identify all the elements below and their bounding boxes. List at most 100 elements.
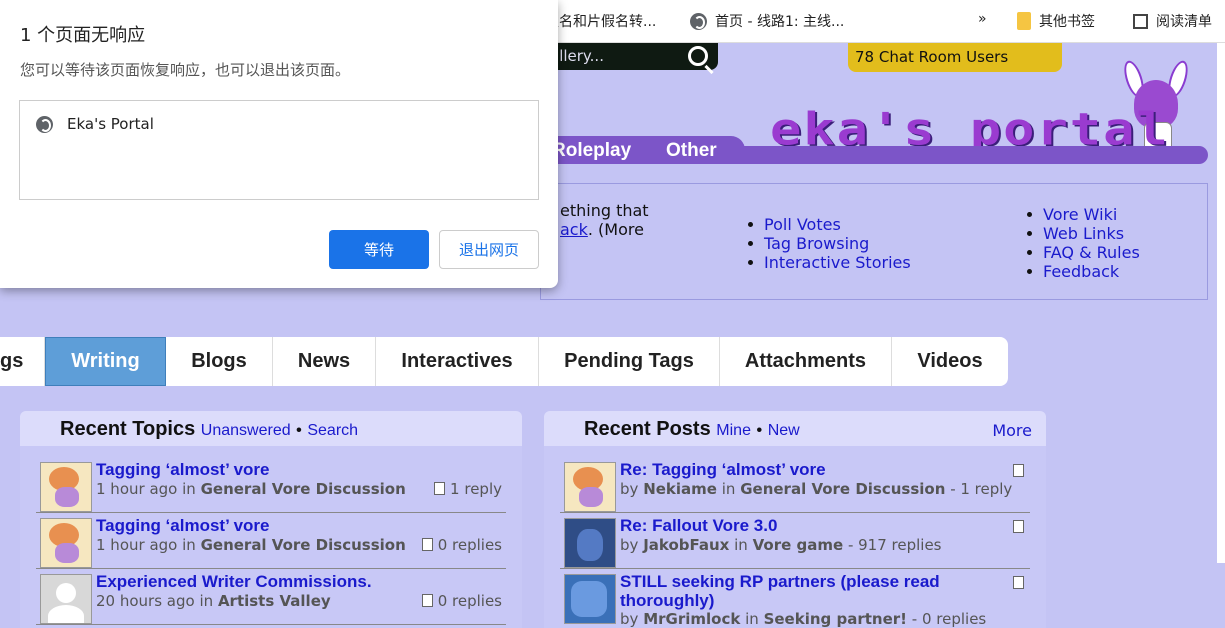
doc-icon — [421, 538, 433, 551]
forum-link[interactable]: Seeking partner! — [764, 610, 907, 628]
reading-list-label: 阅读清单 — [1156, 14, 1212, 30]
gallery-search-input[interactable]: allery... — [540, 43, 718, 70]
user-link[interactable]: MrGrimlock — [643, 610, 740, 628]
post-row: STILL seeking RP partners (please read t… — [560, 570, 1030, 628]
recent-topics-title: Recent Topics Unanswered • Search — [60, 418, 358, 441]
globe-icon — [36, 115, 53, 133]
nav-other[interactable]: Other — [666, 140, 717, 162]
new-link[interactable]: New — [768, 422, 800, 439]
separator: • — [756, 422, 763, 439]
link-faq-rules[interactable]: FAQ & Rules — [1025, 243, 1140, 262]
reading-list-button[interactable]: 阅读清单 — [1133, 11, 1212, 31]
bookmark-label: 首页 - 线路1: 主线... — [715, 14, 845, 30]
link-vore-wiki[interactable]: Vore Wiki — [1025, 205, 1140, 224]
tab-videos[interactable]: Videos — [892, 337, 1008, 386]
post-title-link-cont[interactable]: thoroughly) — [620, 591, 714, 611]
nav-roleplay[interactable]: Roleplay — [552, 140, 631, 162]
wait-button[interactable]: 等待 — [329, 230, 429, 269]
doc-icon — [434, 482, 446, 495]
topic-row: Tagging ‘almost’ vore 1 hour ago in Gene… — [36, 458, 506, 513]
forum-link[interactable]: Vore game — [753, 536, 844, 554]
recent-posts-header: Recent Posts Mine • New More — [544, 411, 1046, 446]
dialog-message: 您可以等待该页面恢复响应，也可以退出该页面。 — [20, 61, 351, 79]
search-link[interactable]: Search — [307, 422, 358, 439]
recent-posts-panel: Recent Posts Mine • New More Re: Tagging… — [544, 411, 1046, 628]
forum-link[interactable]: General Vore Discussion — [201, 480, 406, 498]
bookmark-home-line1[interactable]: 首页 - 线路1: 主线... — [690, 11, 844, 31]
doc-icon — [1013, 464, 1024, 477]
unanswered-link[interactable]: Unanswered — [201, 422, 291, 439]
post-meta: by Nekiame in General Vore Discussion - … — [620, 480, 1013, 498]
bookmarks-overflow-button[interactable]: » — [978, 11, 987, 27]
search-placeholder: allery... — [550, 47, 604, 65]
tab-news[interactable]: News — [273, 337, 376, 386]
bookmark-kana[interactable]: 假名和片假名转... — [545, 11, 656, 31]
doc-icon — [1013, 576, 1024, 589]
content-tabs: gs Writing Blogs News Interactives Pendi… — [0, 337, 1008, 386]
tab-interactives[interactable]: Interactives — [376, 337, 539, 386]
avatar[interactable] — [564, 518, 616, 568]
recent-topics-header: Recent Topics Unanswered • Search — [20, 411, 522, 446]
other-bookmarks-folder[interactable]: 其他书签 — [1017, 11, 1095, 31]
link-tag-browsing[interactable]: Tag Browsing — [746, 234, 911, 253]
topic-row: Experienced Writer Commissions. 20 hours… — [36, 570, 506, 625]
link-interactive-stories[interactable]: Interactive Stories — [746, 253, 911, 272]
tab-tags[interactable]: gs — [0, 337, 45, 386]
link-feedback[interactable]: Feedback — [1025, 262, 1140, 281]
search-icon[interactable] — [688, 46, 708, 66]
reading-list-icon — [1133, 13, 1148, 29]
scrollbar[interactable] — [1217, 43, 1225, 563]
forum-link[interactable]: Artists Valley — [218, 592, 331, 610]
avatar[interactable] — [40, 462, 92, 512]
topic-row: Tagging ‘almost’ vore 1 hour ago in Gene… — [36, 514, 506, 569]
avatar[interactable] — [40, 574, 92, 624]
more-link[interactable]: More — [992, 421, 1032, 440]
unresponsive-page-item: Eka's Portal — [36, 115, 154, 133]
chat-room-users-link[interactable]: 78 Chat Room Users — [848, 43, 1062, 72]
reply-count: 0 replies — [421, 592, 502, 610]
topic-title-link[interactable]: Tagging ‘almost’ vore — [96, 460, 270, 480]
separator: • — [296, 422, 302, 439]
post-title-link[interactable]: STILL seeking RP partners (please read — [620, 572, 940, 592]
panel-title: Recent Posts — [584, 418, 711, 440]
link-poll-votes[interactable]: Poll Votes — [746, 215, 911, 234]
page-name: Eka's Portal — [67, 115, 154, 133]
tab-attachments[interactable]: Attachments — [720, 337, 892, 386]
avatar[interactable] — [564, 462, 616, 512]
user-link[interactable]: Nekiame — [643, 480, 717, 498]
folder-label: 其他书签 — [1039, 14, 1095, 30]
forum-link[interactable]: General Vore Discussion — [201, 536, 406, 554]
post-meta: by MrGrimlock in Seeking partner! - 0 re… — [620, 610, 987, 628]
reply-count: 1 reply — [434, 480, 502, 498]
forum-link[interactable]: General Vore Discussion — [740, 480, 945, 498]
avatar[interactable] — [40, 518, 92, 568]
bookmark-label: 假名和片假名转... — [545, 14, 657, 30]
recent-posts-title: Recent Posts Mine • New — [584, 418, 800, 441]
topic-title-link[interactable]: Experienced Writer Commissions. — [96, 572, 372, 592]
page-unresponsive-dialog: 1 个页面无响应 您可以等待该页面恢复响应，也可以退出该页面。 Eka's Po… — [0, 0, 558, 288]
exit-page-button[interactable]: 退出网页 — [439, 230, 539, 269]
recent-topics-panel: Recent Topics Unanswered • Search Taggin… — [20, 411, 522, 628]
post-meta: by JakobFaux in Vore game - 917 replies — [620, 536, 942, 554]
intro-text: ething that — [560, 201, 649, 220]
tab-writing[interactable]: Writing — [45, 337, 166, 386]
post-title-link[interactable]: Re: Fallout Vore 3.0 — [620, 516, 777, 536]
intro-link[interactable]: ack — [560, 220, 588, 239]
doc-icon — [421, 594, 433, 607]
topic-meta: 1 hour ago in General Vore Discussion — [96, 536, 406, 554]
mine-link[interactable]: Mine — [716, 422, 751, 439]
dialog-title: 1 个页面无响应 — [20, 25, 146, 46]
quick-links-col2: Vore Wiki Web Links FAQ & Rules Feedback — [1025, 205, 1140, 281]
quick-links-col1: Poll Votes Tag Browsing Interactive Stor… — [746, 215, 911, 272]
topic-title-link[interactable]: Tagging ‘almost’ vore — [96, 516, 270, 536]
link-web-links[interactable]: Web Links — [1025, 224, 1140, 243]
nav-bar-extension — [740, 146, 1208, 164]
topic-meta: 20 hours ago in Artists Valley — [96, 592, 331, 610]
tab-pending-tags[interactable]: Pending Tags — [539, 337, 720, 386]
doc-icon — [1013, 520, 1024, 533]
chat-room-users-label: 78 Chat Room Users — [855, 48, 1009, 66]
post-title-link[interactable]: Re: Tagging ‘almost’ vore — [620, 460, 826, 480]
avatar[interactable] — [564, 574, 616, 624]
tab-blogs[interactable]: Blogs — [166, 337, 273, 386]
user-link[interactable]: JakobFaux — [643, 536, 729, 554]
